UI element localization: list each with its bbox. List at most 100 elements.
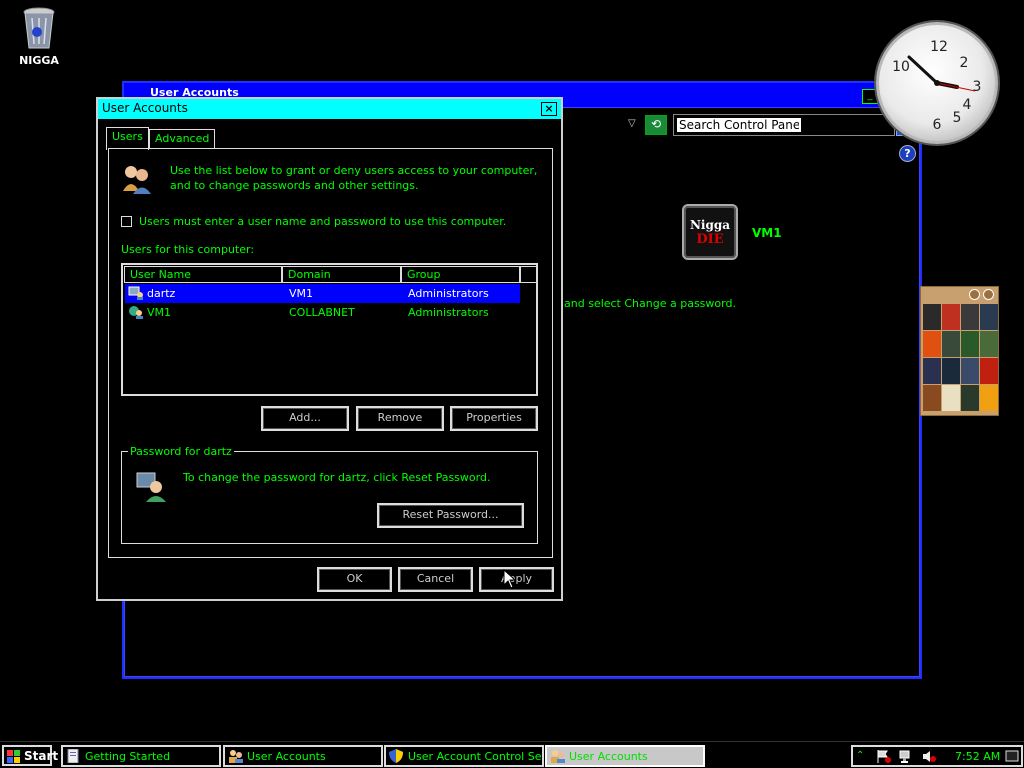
users-group-icon bbox=[120, 163, 154, 195]
password-group bbox=[121, 451, 538, 544]
puzzle-tile[interactable] bbox=[961, 358, 979, 384]
reset-password-button[interactable]: Reset Password... bbox=[377, 503, 524, 528]
shield-icon bbox=[389, 749, 404, 763]
puzzle-tile[interactable] bbox=[980, 385, 998, 411]
help-icon[interactable]: ? bbox=[899, 145, 916, 162]
account-picture-subtext: DIE bbox=[696, 232, 724, 247]
show-hidden-icons-icon[interactable]: ⌃ bbox=[856, 750, 870, 763]
puzzle-tile[interactable] bbox=[942, 358, 960, 384]
network-icon[interactable] bbox=[899, 750, 913, 763]
clock-number-5: 5 bbox=[953, 110, 962, 126]
dialog-title: User Accounts bbox=[98, 99, 561, 119]
search-input[interactable] bbox=[677, 118, 801, 132]
windows-logo-icon bbox=[7, 750, 20, 763]
puzzle-tile[interactable] bbox=[923, 331, 941, 357]
password-group-label: Password for dartz bbox=[128, 445, 234, 458]
document-icon bbox=[66, 748, 81, 764]
clock-number-2: 2 bbox=[960, 55, 969, 71]
column-header-group[interactable]: Group bbox=[401, 266, 520, 283]
tab-users[interactable]: Users bbox=[106, 127, 149, 150]
table-row[interactable]: dartz VM1 Administrators bbox=[125, 284, 520, 303]
puzzle-tile[interactable] bbox=[961, 304, 979, 330]
dialog-close-button[interactable]: × bbox=[541, 102, 557, 116]
puzzle-tile[interactable] bbox=[923, 358, 941, 384]
start-label: Start bbox=[24, 749, 59, 763]
search-box[interactable] bbox=[673, 114, 895, 136]
account-name: VM1 bbox=[752, 226, 782, 240]
volume-muted-icon[interactable] bbox=[922, 750, 936, 763]
taskbar-item-label: User Accounts bbox=[247, 750, 326, 763]
taskbar-item-user-accounts[interactable]: User Accounts bbox=[223, 745, 383, 767]
user-icon bbox=[128, 286, 144, 300]
column-header-filler bbox=[520, 266, 537, 283]
users-icon bbox=[228, 749, 243, 763]
properties-button[interactable]: Properties bbox=[450, 406, 538, 431]
password-instructions: To change the password for dartz, click … bbox=[183, 471, 491, 484]
taskbar-item-label: User Account Control Sett... bbox=[408, 750, 542, 763]
address-dropdown-icon[interactable]: ▽ bbox=[628, 118, 636, 129]
taskbar-item-getting-started[interactable]: Getting Started bbox=[61, 745, 221, 767]
puzzle-tile[interactable] bbox=[980, 304, 998, 330]
recycle-bin-label: NIGGA bbox=[19, 54, 59, 67]
users-icon bbox=[550, 749, 565, 763]
show-desktop-icon[interactable] bbox=[1005, 750, 1019, 763]
clock-number-3: 3 bbox=[973, 79, 982, 95]
user-icon bbox=[128, 305, 144, 319]
puzzle-tile[interactable] bbox=[923, 304, 941, 330]
taskbar-item-label: User Accounts bbox=[569, 750, 648, 763]
clock-gadget[interactable]: 12 2 3 4 5 6 10 bbox=[876, 22, 998, 144]
account-picture-text: Nigga bbox=[689, 218, 731, 232]
clock-number-6: 6 bbox=[933, 117, 942, 133]
taskbar: Start Getting Started User Accounts User… bbox=[0, 741, 1024, 768]
puzzle-tile[interactable] bbox=[980, 331, 998, 357]
tab-advanced[interactable]: Advanced bbox=[149, 129, 216, 149]
add-user-button[interactable]: Add... bbox=[261, 406, 349, 431]
group-cell: Administrators bbox=[408, 306, 489, 319]
mouse-pointer-icon bbox=[503, 568, 517, 592]
remove-user-button[interactable]: Remove bbox=[356, 406, 444, 431]
clock-number-4: 4 bbox=[963, 97, 972, 113]
require-password-label[interactable]: Users must enter a user name and passwor… bbox=[139, 215, 506, 228]
intro-text-line2: and to change passwords and other settin… bbox=[170, 179, 419, 192]
puzzle-tile[interactable] bbox=[923, 385, 941, 411]
cancel-button[interactable]: Cancel bbox=[398, 567, 473, 592]
action-center-flag-icon[interactable] bbox=[877, 750, 891, 763]
taskbar-item-uac-settings[interactable]: User Account Control Sett... bbox=[384, 745, 544, 767]
puzzle-tile[interactable] bbox=[961, 331, 979, 357]
picture-puzzle-gadget[interactable] bbox=[920, 286, 999, 416]
puzzle-tile[interactable] bbox=[942, 385, 960, 411]
puzzle-hint-icon[interactable] bbox=[983, 289, 994, 300]
recycle-bin-icon bbox=[22, 6, 56, 50]
refresh-icon[interactable]: ⟲ bbox=[645, 115, 667, 135]
puzzle-tile[interactable] bbox=[942, 331, 960, 357]
user-password-icon bbox=[135, 470, 167, 502]
clock-minute-hand bbox=[907, 55, 939, 85]
user-name-cell: VM1 bbox=[147, 306, 172, 319]
clock-second-hand bbox=[936, 82, 976, 92]
puzzle-grid[interactable] bbox=[923, 304, 998, 411]
column-header-domain[interactable]: Domain bbox=[282, 266, 401, 283]
domain-cell: COLLABNET bbox=[289, 306, 355, 319]
group-cell: Administrators bbox=[408, 287, 489, 300]
users-list-label: Users for this computer: bbox=[121, 243, 255, 256]
table-row[interactable]: VM1 COLLABNET Administrators bbox=[125, 303, 520, 322]
puzzle-tile[interactable] bbox=[942, 304, 960, 330]
taskbar-item-user-accounts-active[interactable]: User Accounts bbox=[545, 745, 705, 767]
clock-number-12: 12 bbox=[930, 39, 948, 55]
require-password-checkbox[interactable] bbox=[121, 216, 132, 227]
ok-button[interactable]: OK bbox=[317, 567, 392, 592]
taskbar-item-label: Getting Started bbox=[85, 750, 171, 763]
column-header-user-name[interactable]: User Name bbox=[124, 266, 282, 283]
puzzle-tile[interactable] bbox=[980, 358, 998, 384]
system-tray: ⌃ 7:52 AM bbox=[851, 745, 1023, 767]
account-picture[interactable]: Nigga DIE bbox=[682, 204, 738, 260]
clock-time[interactable]: 7:52 AM bbox=[955, 750, 1000, 763]
puzzle-tile[interactable] bbox=[961, 385, 979, 411]
domain-cell: VM1 bbox=[289, 287, 314, 300]
clock-number-10: 10 bbox=[892, 59, 910, 75]
start-button[interactable]: Start bbox=[2, 745, 58, 766]
users-list[interactable]: User Name Domain Group dartz VM1 Adminis… bbox=[121, 263, 538, 396]
intro-text-line1: Use the list below to grant or deny user… bbox=[170, 164, 538, 177]
puzzle-help-icon[interactable] bbox=[969, 289, 980, 300]
recycle-bin-desktop-icon[interactable]: NIGGA bbox=[14, 6, 64, 67]
